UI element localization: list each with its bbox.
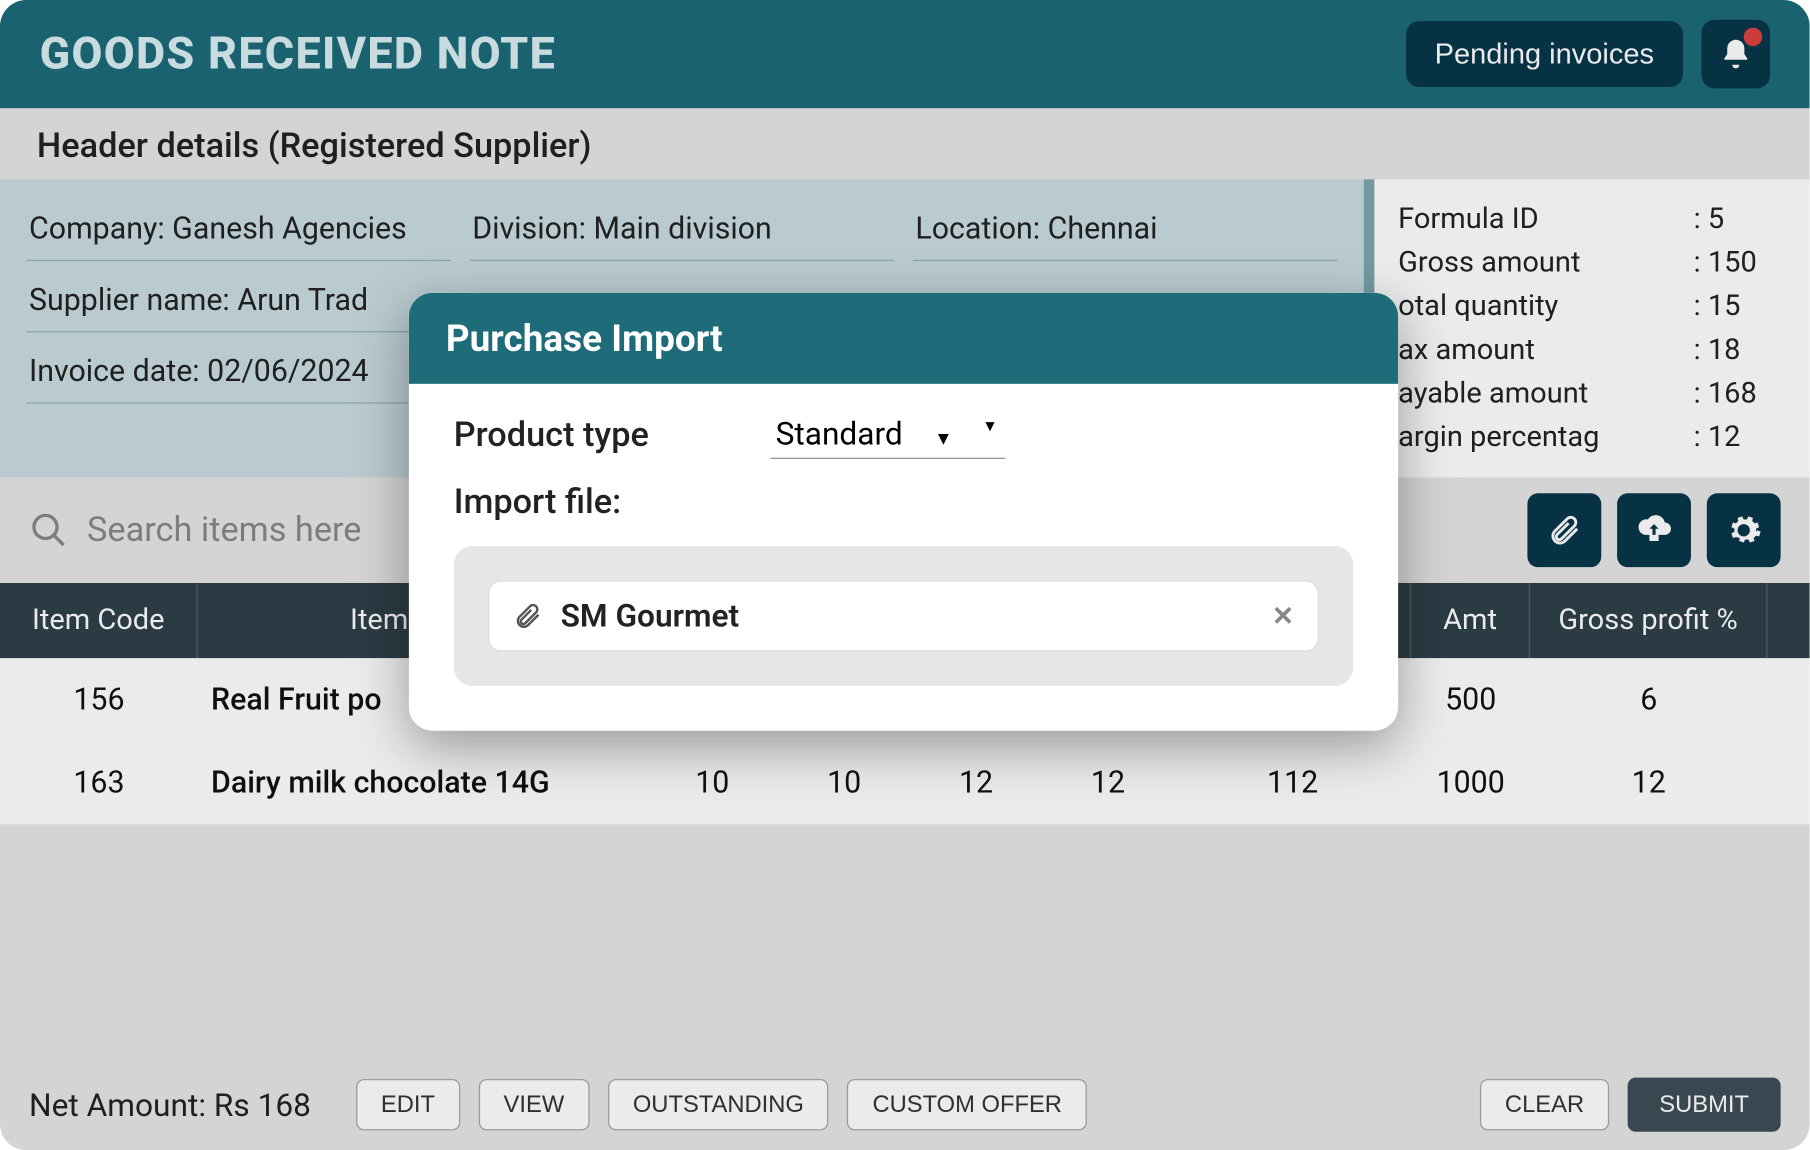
file-chip: SM Gourmet ✕ [488, 580, 1319, 651]
import-file-row: Import file: [454, 483, 1354, 523]
product-type-label: Product type [454, 415, 718, 455]
file-dropzone[interactable]: SM Gourmet ✕ [454, 546, 1354, 686]
import-file-label: Import file: [454, 483, 718, 523]
chevron-down-icon: ▼ [934, 429, 952, 450]
paperclip-icon [513, 601, 542, 630]
modal-title: Purchase Import [409, 293, 1398, 384]
file-name: SM Gourmet [561, 598, 1254, 635]
remove-file-button[interactable]: ✕ [1272, 600, 1294, 632]
product-type-row: Product type Standard ▼ [454, 410, 1354, 459]
product-type-select[interactable]: Standard ▼ [770, 410, 1005, 459]
purchase-import-modal: Purchase Import Product type Standard ▼ … [409, 293, 1398, 731]
